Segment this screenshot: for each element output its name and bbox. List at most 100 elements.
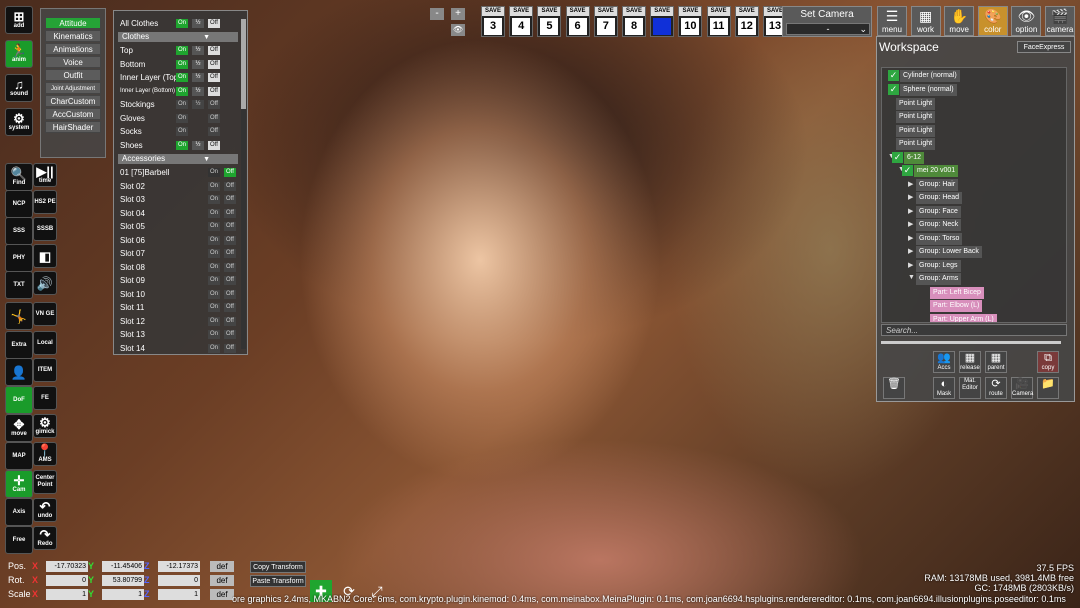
tree-node[interactable]: Cylinder (normal)	[900, 70, 960, 82]
save-slot-button[interactable]: SAVE 6	[565, 6, 590, 37]
vnge-sss-button[interactable]: SSS	[5, 217, 33, 245]
redo-button[interactable]: ↷ Redo	[33, 526, 57, 550]
copy-transform-button[interactable]: Copy Transform	[250, 561, 306, 573]
mat-editor-button[interactable]: Mat. Editor	[959, 377, 981, 399]
time-button[interactable]: ▶|| time	[33, 163, 57, 187]
tree-node[interactable]: Point Light	[896, 125, 936, 137]
clothes-2-half-toggle[interactable]: ½	[192, 73, 204, 82]
transform-x-input[interactable]: 1	[46, 589, 88, 600]
system-button[interactable]: ⚙ system	[5, 108, 33, 136]
scrollbar-thumb[interactable]	[241, 19, 246, 109]
category-charcustom[interactable]: CharCustom	[45, 95, 101, 107]
clothes-4-off-toggle[interactable]: Off	[208, 100, 220, 109]
slot-8-off-toggle[interactable]: Off	[224, 276, 236, 285]
hs2pe-button[interactable]: HS2 PE	[33, 190, 57, 214]
transform-x-input[interactable]: -17.70323	[46, 561, 88, 572]
move-button[interactable]: ✥ move	[5, 414, 33, 442]
gimick-button[interactable]: ⚙ gimick	[33, 414, 57, 438]
vnge-sound-button[interactable]: 🔊	[33, 271, 57, 295]
tree-node[interactable]: Group: Lower Back	[916, 246, 982, 258]
slot-1-on-toggle[interactable]: On	[208, 181, 220, 191]
expand-right-icon[interactable]: ▶	[908, 180, 913, 188]
slot-6-off-toggle[interactable]: Off	[224, 249, 236, 258]
paste-transform-button[interactable]: Paste Transform	[250, 575, 306, 587]
category-animations[interactable]: Animations	[45, 43, 101, 55]
clothes-3-on-toggle[interactable]: On	[176, 86, 188, 96]
item-button[interactable]: ITEM	[33, 358, 57, 382]
slot-13-on-toggle[interactable]: On	[208, 343, 220, 353]
map-button[interactable]: MAP	[5, 442, 33, 470]
dof-button[interactable]: DoF	[5, 386, 33, 414]
local-button[interactable]: Local	[33, 331, 57, 355]
save-slot-button[interactable]: SAVE 8	[622, 6, 646, 37]
tree-node[interactable]: Group: Torso	[916, 233, 963, 245]
clothes-7-half-toggle[interactable]: ½	[192, 140, 204, 150]
category-joint-adjustment[interactable]: Joint Adjustment	[45, 82, 101, 94]
zoom-in-button[interactable]: +	[451, 8, 465, 20]
fe-button[interactable]: FE	[33, 386, 57, 410]
clothes-2-off-toggle[interactable]: Off	[208, 73, 220, 82]
accessories-section-header[interactable]: Accessories ▼	[118, 154, 238, 164]
expand-right-icon[interactable]: ▶	[908, 207, 913, 215]
pose-button[interactable]: 🤸	[5, 302, 33, 330]
clothes-1-off-toggle[interactable]: Off	[208, 59, 220, 69]
slot-5-on-toggle[interactable]: On	[208, 235, 220, 245]
vnge-phy-button[interactable]: PHY	[5, 244, 33, 272]
slot-6-on-toggle[interactable]: On	[208, 249, 220, 258]
all-clothes-on-toggle[interactable]: On	[176, 19, 188, 28]
tree-node[interactable]: Group: Hair	[916, 179, 959, 191]
clothes-3-half-toggle[interactable]: ½	[192, 86, 204, 96]
save-slot-button[interactable]: SAVE	[650, 6, 675, 37]
clothes-scrollbar[interactable]	[241, 19, 246, 349]
workspace-tree[interactable]: ✓ Cylinder (normal) ✓ Sphere (normal) Point …	[881, 67, 1067, 323]
visibility-checkbox[interactable]: ✓	[888, 70, 899, 81]
category-kinematics[interactable]: Kinematics	[45, 30, 101, 42]
tree-node[interactable]: 6-12	[904, 152, 925, 164]
vnge-button[interactable]: VN GE	[33, 302, 57, 326]
tree-node[interactable]: Point Light	[896, 138, 936, 150]
anim-button[interactable]: 🏃 anim	[5, 40, 33, 68]
tree-node[interactable]: Group: Face	[916, 206, 961, 218]
clothes-2-on-toggle[interactable]: On	[176, 73, 188, 82]
slot-2-on-toggle[interactable]: On	[208, 195, 220, 204]
all-clothes-off-toggle[interactable]: Off	[208, 19, 220, 28]
transform-z-input[interactable]: 1	[158, 589, 200, 600]
save-slot-button[interactable]: SAVE 7	[593, 6, 618, 37]
tree-node[interactable]: Part: Elbow (L)	[930, 300, 983, 312]
visibility-checkbox[interactable]: ✓	[902, 165, 913, 176]
add-button[interactable]: ⊞ add	[5, 6, 33, 34]
menu-button[interactable]: ☰ menu	[877, 6, 907, 36]
slot-12-off-toggle[interactable]: Off	[224, 330, 236, 339]
transform-y-input[interactable]: -11.45406	[102, 561, 144, 572]
expand-right-icon[interactable]: ▶	[908, 247, 913, 255]
save-slot-button[interactable]: SAVE 10	[678, 6, 703, 37]
workspace-search-input[interactable]: Search...	[881, 324, 1067, 336]
clothes-4-on-toggle[interactable]: On	[176, 100, 188, 109]
person-button[interactable]: 👤	[5, 358, 33, 386]
move-button[interactable]: ✋ move	[944, 6, 975, 36]
vnge-2-button[interactable]: ◧	[33, 244, 57, 268]
slot-9-off-toggle[interactable]: Off	[224, 289, 236, 299]
tree-node[interactable]: Part: Left Bicep	[930, 287, 984, 299]
color-button[interactable]: 🎨 color	[977, 6, 1008, 36]
find-button[interactable]: 🔍 Find	[5, 163, 33, 191]
expand-right-icon[interactable]: ▶	[908, 220, 913, 228]
folder-button[interactable]: 📁	[1037, 377, 1059, 399]
extra-button[interactable]: Extra	[5, 331, 33, 359]
visibility-checkbox[interactable]: ✓	[892, 152, 903, 163]
visibility-checkbox[interactable]: ✓	[888, 84, 899, 95]
tree-node[interactable]: Group: Legs	[916, 260, 961, 272]
slot-7-off-toggle[interactable]: Off	[224, 262, 236, 272]
expand-down-icon[interactable]: ▼	[908, 274, 915, 281]
clothes-5-on-toggle[interactable]: On	[176, 113, 188, 123]
save-slot-button[interactable]: SAVE 4	[509, 6, 534, 37]
delete-button[interactable]: 🗑	[883, 377, 905, 399]
vnge-sssb-button[interactable]: SSSB	[33, 217, 57, 241]
tree-node[interactable]: Sphere (normal)	[900, 84, 957, 96]
slot-13-off-toggle[interactable]: Off	[224, 343, 236, 353]
tree-node[interactable]: mei 20 v001	[914, 165, 959, 177]
clothes-3-off-toggle[interactable]: Off	[208, 86, 220, 96]
tab-faceexpress[interactable]: FaceExpress	[1017, 41, 1071, 53]
clothes-6-on-toggle[interactable]: On	[176, 127, 188, 136]
clothes-6-off-toggle[interactable]: Off	[208, 127, 220, 136]
